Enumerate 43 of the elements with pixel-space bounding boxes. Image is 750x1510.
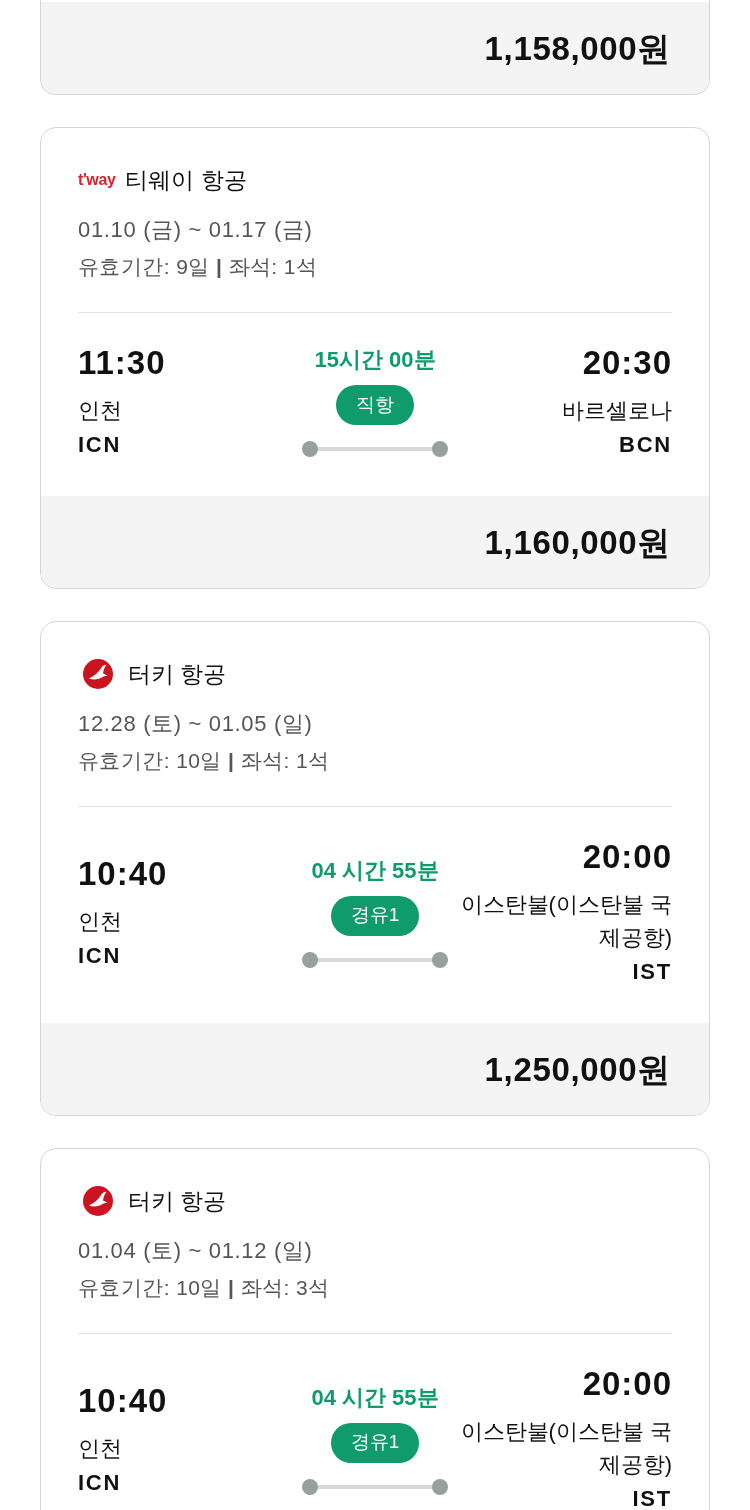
flight-card[interactable]: 터키 항공 12.28 (토) ~ 01.05 (일) 유효기간: 10일 | 좌석: 1석 10:40 인천 ICN 04 시간 55분 경유1 20:00 이스탄불(이스탄불 국제공항) IST 1,250,000원 bbox=[40, 621, 710, 1116]
flight-duration: 04 시간 55분 bbox=[311, 1383, 439, 1412]
stops-badge: 직항 bbox=[336, 385, 414, 425]
flight-time: 20:00 bbox=[582, 837, 672, 877]
city-name: 인천 bbox=[78, 907, 122, 936]
travel-dates: 01.10 (금) ~ 01.17 (금) bbox=[78, 216, 314, 244]
city-name: 이스탄불(이스탄불 국제공항) bbox=[459, 1418, 672, 1479]
airline-name: 터키 항공 bbox=[128, 1189, 227, 1213]
airport-code: IST bbox=[632, 1489, 672, 1509]
airport-code: ICN bbox=[78, 1472, 122, 1493]
validity-info: 유효기간: 10일 | 좌석: 3석 bbox=[78, 1275, 331, 1301]
bird-logo-icon bbox=[83, 659, 113, 689]
price: 1,158,000원 bbox=[484, 31, 671, 65]
airport-code: BCN bbox=[619, 435, 672, 455]
flight-card[interactable]: t'way 티웨이 항공 01.10 (금) ~ 01.17 (금) 유효기간: 9일 | 좌석: 1석 11:30 인천 ICN 15시간 00분 직항 20:30 바르셀로나 BCN 1,160,000원 bbox=[40, 127, 710, 589]
flight-duration: 15시간 00분 bbox=[314, 346, 436, 374]
travel-dates: 01.04 (토) ~ 01.12 (일) bbox=[78, 1237, 314, 1265]
flight-time: 20:00 bbox=[582, 1364, 672, 1404]
flight-card[interactable]: 1,158,000원 bbox=[40, 0, 710, 95]
stops-badge: 경유1 bbox=[330, 1422, 420, 1463]
airline-logo: t'way bbox=[78, 172, 116, 188]
flight-time: 11:30 bbox=[78, 343, 166, 383]
flight-duration: 04 시간 55분 bbox=[311, 856, 439, 885]
flight-time: 20:30 bbox=[582, 343, 672, 383]
price: 1,160,000원 bbox=[484, 525, 671, 559]
airline-name: 티웨이 항공 bbox=[125, 168, 247, 192]
bird-logo-icon bbox=[83, 1186, 113, 1216]
airport-code: ICN bbox=[78, 435, 122, 455]
airport-code: ICN bbox=[78, 945, 122, 966]
airport-code: IST bbox=[632, 962, 672, 982]
flight-time: 10:40 bbox=[78, 853, 168, 894]
travel-dates: 12.28 (토) ~ 01.05 (일) bbox=[78, 710, 314, 738]
flight-time: 10:40 bbox=[78, 1380, 168, 1421]
flight-card[interactable]: 터키 항공 01.04 (토) ~ 01.12 (일) 유효기간: 10일 | 좌석: 3석 10:40 인천 ICN 04 시간 55분 경유1 20:00 이스탄불(이스탄불 국제공항) IST bbox=[40, 1148, 710, 1510]
city-name: 이스탄불(이스탄불 국제공항) bbox=[459, 891, 672, 952]
city-name: 인천 bbox=[78, 397, 122, 425]
airline-name: 터키 항공 bbox=[128, 662, 227, 686]
city-name: 인천 bbox=[78, 1434, 122, 1463]
validity-info: 유효기간: 9일 | 좌석: 1석 bbox=[78, 254, 319, 280]
validity-info: 유효기간: 10일 | 좌석: 1석 bbox=[78, 748, 331, 774]
city-name: 바르셀로나 bbox=[562, 397, 672, 425]
price: 1,250,000원 bbox=[484, 1052, 671, 1086]
stops-badge: 경유1 bbox=[330, 895, 420, 936]
